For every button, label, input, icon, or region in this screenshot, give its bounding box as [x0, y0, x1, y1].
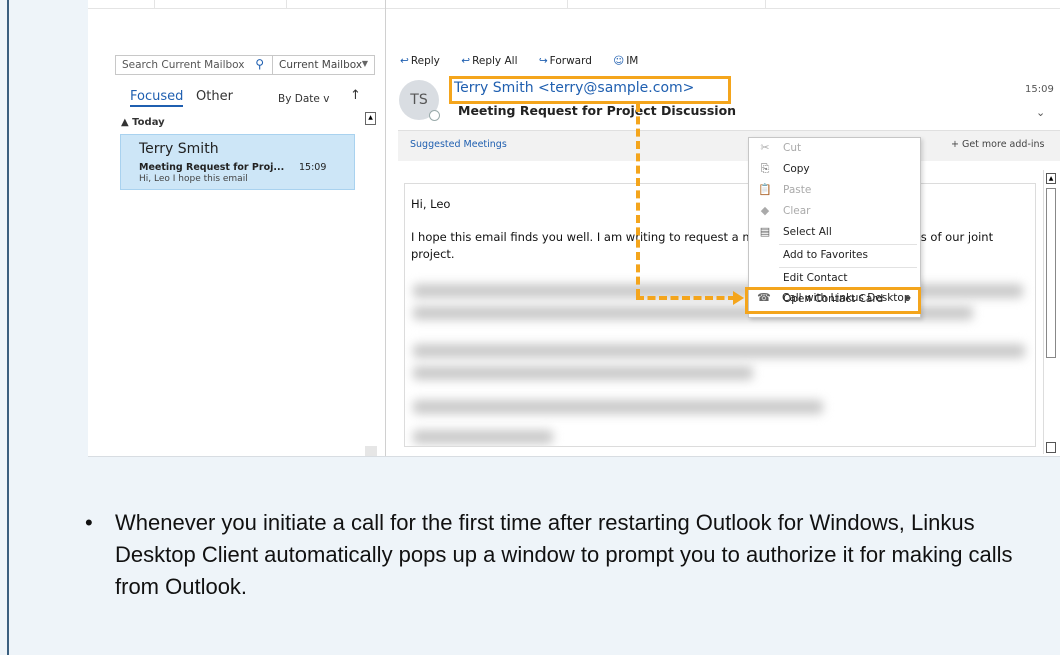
scroll-thumb[interactable]	[1046, 188, 1056, 358]
message-subject-heading: Meeting Request for Project Discussion	[458, 103, 737, 118]
suggested-meetings-link[interactable]: Suggested Meetings	[410, 139, 507, 150]
forward-button[interactable]: ↪ Forward	[539, 55, 601, 67]
instruction-caption: • Whenever you initiate a call for the f…	[85, 507, 1030, 603]
select-all-icon: ▤	[759, 225, 771, 238]
search-input[interactable]: Search Current Mailbox ⚲	[115, 55, 273, 75]
reply-all-icon: ↩	[461, 55, 471, 67]
scrollbar-corner	[365, 446, 377, 456]
menu-item-cut[interactable]: ✂ Cut	[749, 138, 920, 160]
menu-item-paste[interactable]: 📋 Paste	[749, 180, 920, 202]
blurred-text	[413, 400, 823, 414]
sort-label: By Date	[278, 93, 320, 105]
tab-other[interactable]: Other	[196, 89, 233, 104]
mailbox-scope-label: Current Mailbox	[279, 59, 363, 71]
message-time: 15:09	[299, 162, 327, 173]
reply-all-button[interactable]: ↩ Reply All	[461, 55, 526, 67]
left-accent-rule	[7, 0, 9, 655]
column-tick	[286, 0, 287, 8]
sort-direction-icon[interactable]: ↑	[350, 88, 361, 103]
chevron-down-icon: v	[323, 93, 330, 105]
search-placeholder: Search Current Mailbox	[122, 59, 245, 71]
annotation-dashed-line	[636, 296, 736, 300]
message-preview: Hi, Leo I hope this email	[139, 174, 248, 184]
tab-focused[interactable]: Focused	[130, 89, 184, 107]
annotation-dashed-line	[636, 104, 640, 297]
suggested-meetings-bar: Suggested Meetings + Get more add-ins	[398, 130, 1060, 161]
eraser-icon: ◆	[760, 204, 770, 217]
list-item[interactable]: Terry Smith Meeting Request for Proj... …	[120, 134, 355, 190]
highlight-sender-box	[449, 76, 731, 104]
column-tick	[765, 0, 766, 8]
bullet-icon: •	[85, 510, 93, 535]
column-tick	[154, 0, 155, 8]
outlook-screenshot: Search Current Mailbox ⚲ Current Mailbox…	[88, 0, 1060, 457]
reply-icon: ↩	[400, 55, 409, 67]
scroll-up-icon[interactable]: ▲	[365, 112, 376, 125]
im-button[interactable]: ☺ IM	[613, 55, 647, 67]
reading-scrollbar[interactable]: ▲	[1043, 170, 1057, 454]
pane-divider[interactable]	[385, 0, 386, 456]
body-paragraph: I hope this email finds you well. I am w…	[411, 230, 994, 261]
search-icon[interactable]: ⚲	[255, 57, 264, 71]
menu-item-select-all[interactable]: ▤ Select All	[749, 222, 920, 244]
mailbox-scope-dropdown[interactable]: Current Mailbox ▼	[273, 55, 375, 75]
sort-by-date-dropdown[interactable]: By Date v	[278, 93, 329, 105]
forward-icon: ↪	[538, 55, 548, 67]
get-add-ins-button[interactable]: + Get more add-ins	[951, 139, 1044, 150]
body-greeting: Hi, Leo	[411, 197, 451, 211]
menu-item-copy[interactable]: ⎘ Copy	[749, 159, 920, 181]
top-divider	[88, 8, 1060, 9]
received-time: 15:09	[1025, 84, 1054, 95]
message-subject: Meeting Request for Proj...	[139, 162, 285, 173]
copy-icon: ⎘	[760, 162, 770, 175]
caption-text: Whenever you initiate a call for the fir…	[115, 510, 1013, 599]
blurred-text	[413, 344, 1025, 358]
column-tick	[567, 0, 568, 8]
highlight-call-item-box	[745, 287, 921, 314]
annotation-arrow-icon	[733, 291, 744, 305]
blurred-text	[413, 366, 753, 380]
chevron-down-icon[interactable]: ⌄	[1036, 106, 1045, 119]
reply-button[interactable]: ↩ Reply	[400, 55, 449, 67]
presence-icon	[429, 110, 440, 121]
message-sender: Terry Smith	[139, 141, 219, 157]
message-actions-toolbar: ↩ Reply ↩ Reply All ↪ Forward ☺ IM	[400, 55, 656, 67]
scroll-up-icon[interactable]: ▲	[1046, 173, 1056, 184]
im-icon: ☺	[613, 55, 625, 67]
menu-item-clear[interactable]: ◆ Clear	[749, 201, 920, 223]
blurred-text	[413, 430, 553, 444]
message-body: Hi, Leo I hope this email finds you well…	[404, 183, 1036, 447]
chevron-down-icon: ▼	[361, 59, 368, 68]
paste-icon: 📋	[758, 183, 772, 196]
menu-item-add-to-favorites[interactable]: Add to Favorites	[749, 245, 920, 267]
scroll-down-icon[interactable]	[1046, 442, 1056, 453]
scissors-icon: ✂	[760, 141, 770, 154]
